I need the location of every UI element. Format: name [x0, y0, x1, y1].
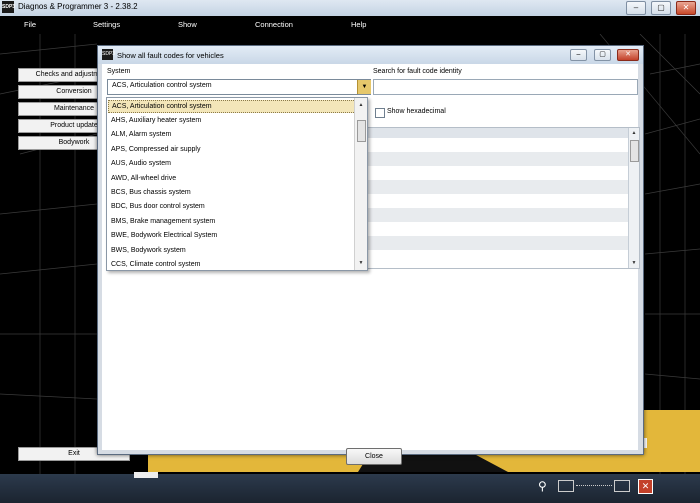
search-label: Search for fault code identity	[373, 68, 462, 75]
close-button[interactable]: Close	[346, 448, 402, 465]
list-item[interactable]: BCS, Bus chassis system	[108, 186, 356, 199]
menu-connection[interactable]: Connection	[255, 20, 293, 29]
fault-code-search-input[interactable]	[373, 79, 638, 95]
chevron-down-icon[interactable]: ▼	[357, 80, 371, 94]
dialog-title-bar: SDP3 Show all fault codes for vehicles –…	[98, 46, 643, 64]
list-item[interactable]: APS, Compressed air supply	[108, 143, 356, 156]
taskbar-app-tab[interactable]	[134, 472, 158, 478]
dialog-app-icon: SDP3	[102, 49, 115, 60]
list-item[interactable]: AHS, Auxiliary heater system	[108, 114, 356, 127]
list-item[interactable]: CCS, Climate control system	[108, 258, 356, 270]
menu-bar: File Settings Show Connection Help	[0, 16, 700, 34]
scroll-down-icon[interactable]: ▼	[629, 258, 639, 268]
list-item[interactable]: BWS, Bodywork system	[108, 244, 356, 257]
app-title-bar: SDP3 Diagnos & Programmer 3 - 2.38.2 – ▢…	[0, 0, 700, 16]
list-item[interactable]: AWD, All-wheel drive	[108, 172, 356, 185]
system-label: System	[107, 68, 131, 75]
close-icon[interactable]: ✕	[676, 1, 696, 15]
maximize-icon[interactable]: ▢	[651, 1, 671, 15]
list-item[interactable]: BWE, Bodywork Electrical System	[108, 229, 356, 242]
connection-line-icon	[576, 485, 612, 487]
scroll-up-icon[interactable]: ▲	[629, 128, 639, 138]
scroll-down-icon[interactable]: ▼	[355, 258, 367, 268]
taskbar: ⚲ ✕	[0, 472, 700, 503]
app-title: Diagnos & Programmer 3 - 2.38.2	[18, 2, 138, 11]
list-item[interactable]: BMS, Brake management system	[108, 215, 356, 228]
system-select-value: ACS, Articulation control system	[112, 82, 212, 89]
monitor-icon	[558, 480, 574, 492]
list-item[interactable]: AUS, Audio system	[108, 157, 356, 170]
dialog-title: Show all fault codes for vehicles	[117, 51, 224, 60]
menu-settings[interactable]: Settings	[93, 20, 120, 29]
menu-show[interactable]: Show	[178, 20, 197, 29]
dialog-minimize-icon[interactable]: –	[570, 49, 587, 61]
list-item[interactable]: BDC, Bus door control system	[108, 200, 356, 213]
show-hexadecimal-checkbox[interactable]	[375, 108, 385, 118]
list-item[interactable]: ACS, Articulation control system	[108, 100, 358, 113]
scroll-up-icon[interactable]: ▲	[355, 100, 367, 110]
grid-scroll-thumb[interactable]	[630, 140, 639, 162]
system-dropdown-list: ACS, Articulation control system AHS, Au…	[106, 97, 368, 271]
menu-help[interactable]: Help	[351, 20, 366, 29]
usb-icon: ⚲	[538, 479, 547, 493]
fault-codes-dialog: SDP3 Show all fault codes for vehicles –…	[97, 45, 644, 465]
disconnected-icon[interactable]: ✕	[638, 479, 653, 494]
system-select[interactable]: ACS, Articulation control system ▼	[107, 79, 371, 95]
dropdown-scroll-thumb[interactable]	[357, 120, 366, 142]
minimize-icon[interactable]: –	[626, 1, 646, 15]
dialog-maximize-icon[interactable]: ▢	[594, 49, 611, 61]
menu-file[interactable]: File	[24, 20, 36, 29]
dialog-close-icon[interactable]: ✕	[617, 49, 639, 61]
dropdown-scrollbar[interactable]: ▲ ▼	[354, 98, 367, 270]
grid-scrollbar[interactable]: ▲ ▼	[628, 128, 639, 268]
show-hexadecimal-label: Show hexadecimal	[387, 108, 446, 115]
vehicle-interface-icon	[614, 480, 630, 492]
app-logo-icon: SDP3	[2, 1, 15, 13]
list-item[interactable]: ALM, Alarm system	[108, 128, 356, 141]
